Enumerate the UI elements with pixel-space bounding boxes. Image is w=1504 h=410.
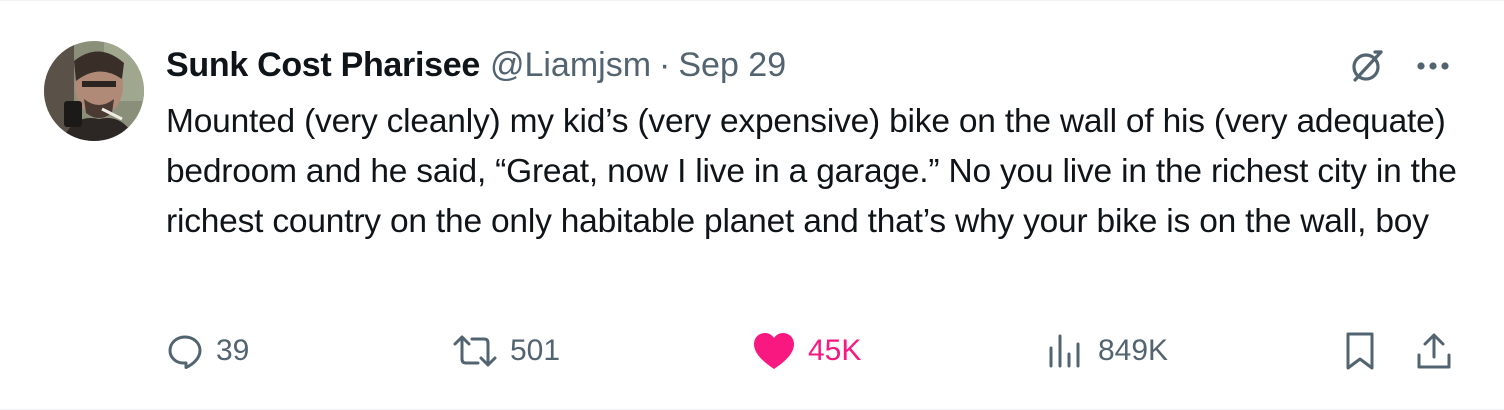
- tweet-date[interactable]: Sep 29: [678, 41, 786, 89]
- like-button[interactable]: 45K: [752, 327, 861, 375]
- author-handle[interactable]: @Liamjsm: [490, 41, 651, 89]
- reply-button[interactable]: 39: [166, 327, 249, 375]
- bar-chart-icon: [1049, 334, 1080, 368]
- reply-count: 39: [216, 334, 250, 367]
- like-count: 45K: [808, 334, 862, 367]
- tweet-header: Sunk Cost Pharisee @Liamjsm · Sep 29: [166, 41, 786, 89]
- tweet-text: Mounted (very cleanly) my kid’s (very ex…: [166, 103, 1457, 240]
- repost-count: 501: [510, 334, 561, 367]
- bookmark-icon: [1346, 332, 1374, 370]
- avatar-photo: [44, 41, 144, 141]
- more-options-button[interactable]: [1412, 45, 1454, 87]
- heart-filled-icon: [754, 333, 794, 369]
- grok-button[interactable]: [1346, 45, 1388, 87]
- action-bar: 39 501 45K 849K: [0, 327, 1504, 375]
- repost-arrows-icon: [453, 335, 497, 367]
- grok-slash-icon: [1352, 50, 1383, 82]
- header-separator: ·: [659, 46, 671, 84]
- avatar[interactable]: [44, 41, 144, 141]
- views-button[interactable]: 849K: [1046, 327, 1168, 375]
- share-button[interactable]: [1414, 327, 1454, 375]
- tweet: Sunk Cost Pharisee @Liamjsm · Sep 29 Mou…: [0, 0, 1504, 410]
- bookmark-button[interactable]: [1344, 327, 1376, 375]
- speech-bubble-icon: [168, 335, 202, 369]
- author-name[interactable]: Sunk Cost Pharisee: [166, 41, 480, 89]
- ellipsis-icon: [1417, 62, 1449, 70]
- views-count: 849K: [1098, 334, 1169, 367]
- share-upload-icon: [1417, 333, 1451, 369]
- repost-button[interactable]: 501: [452, 327, 560, 375]
